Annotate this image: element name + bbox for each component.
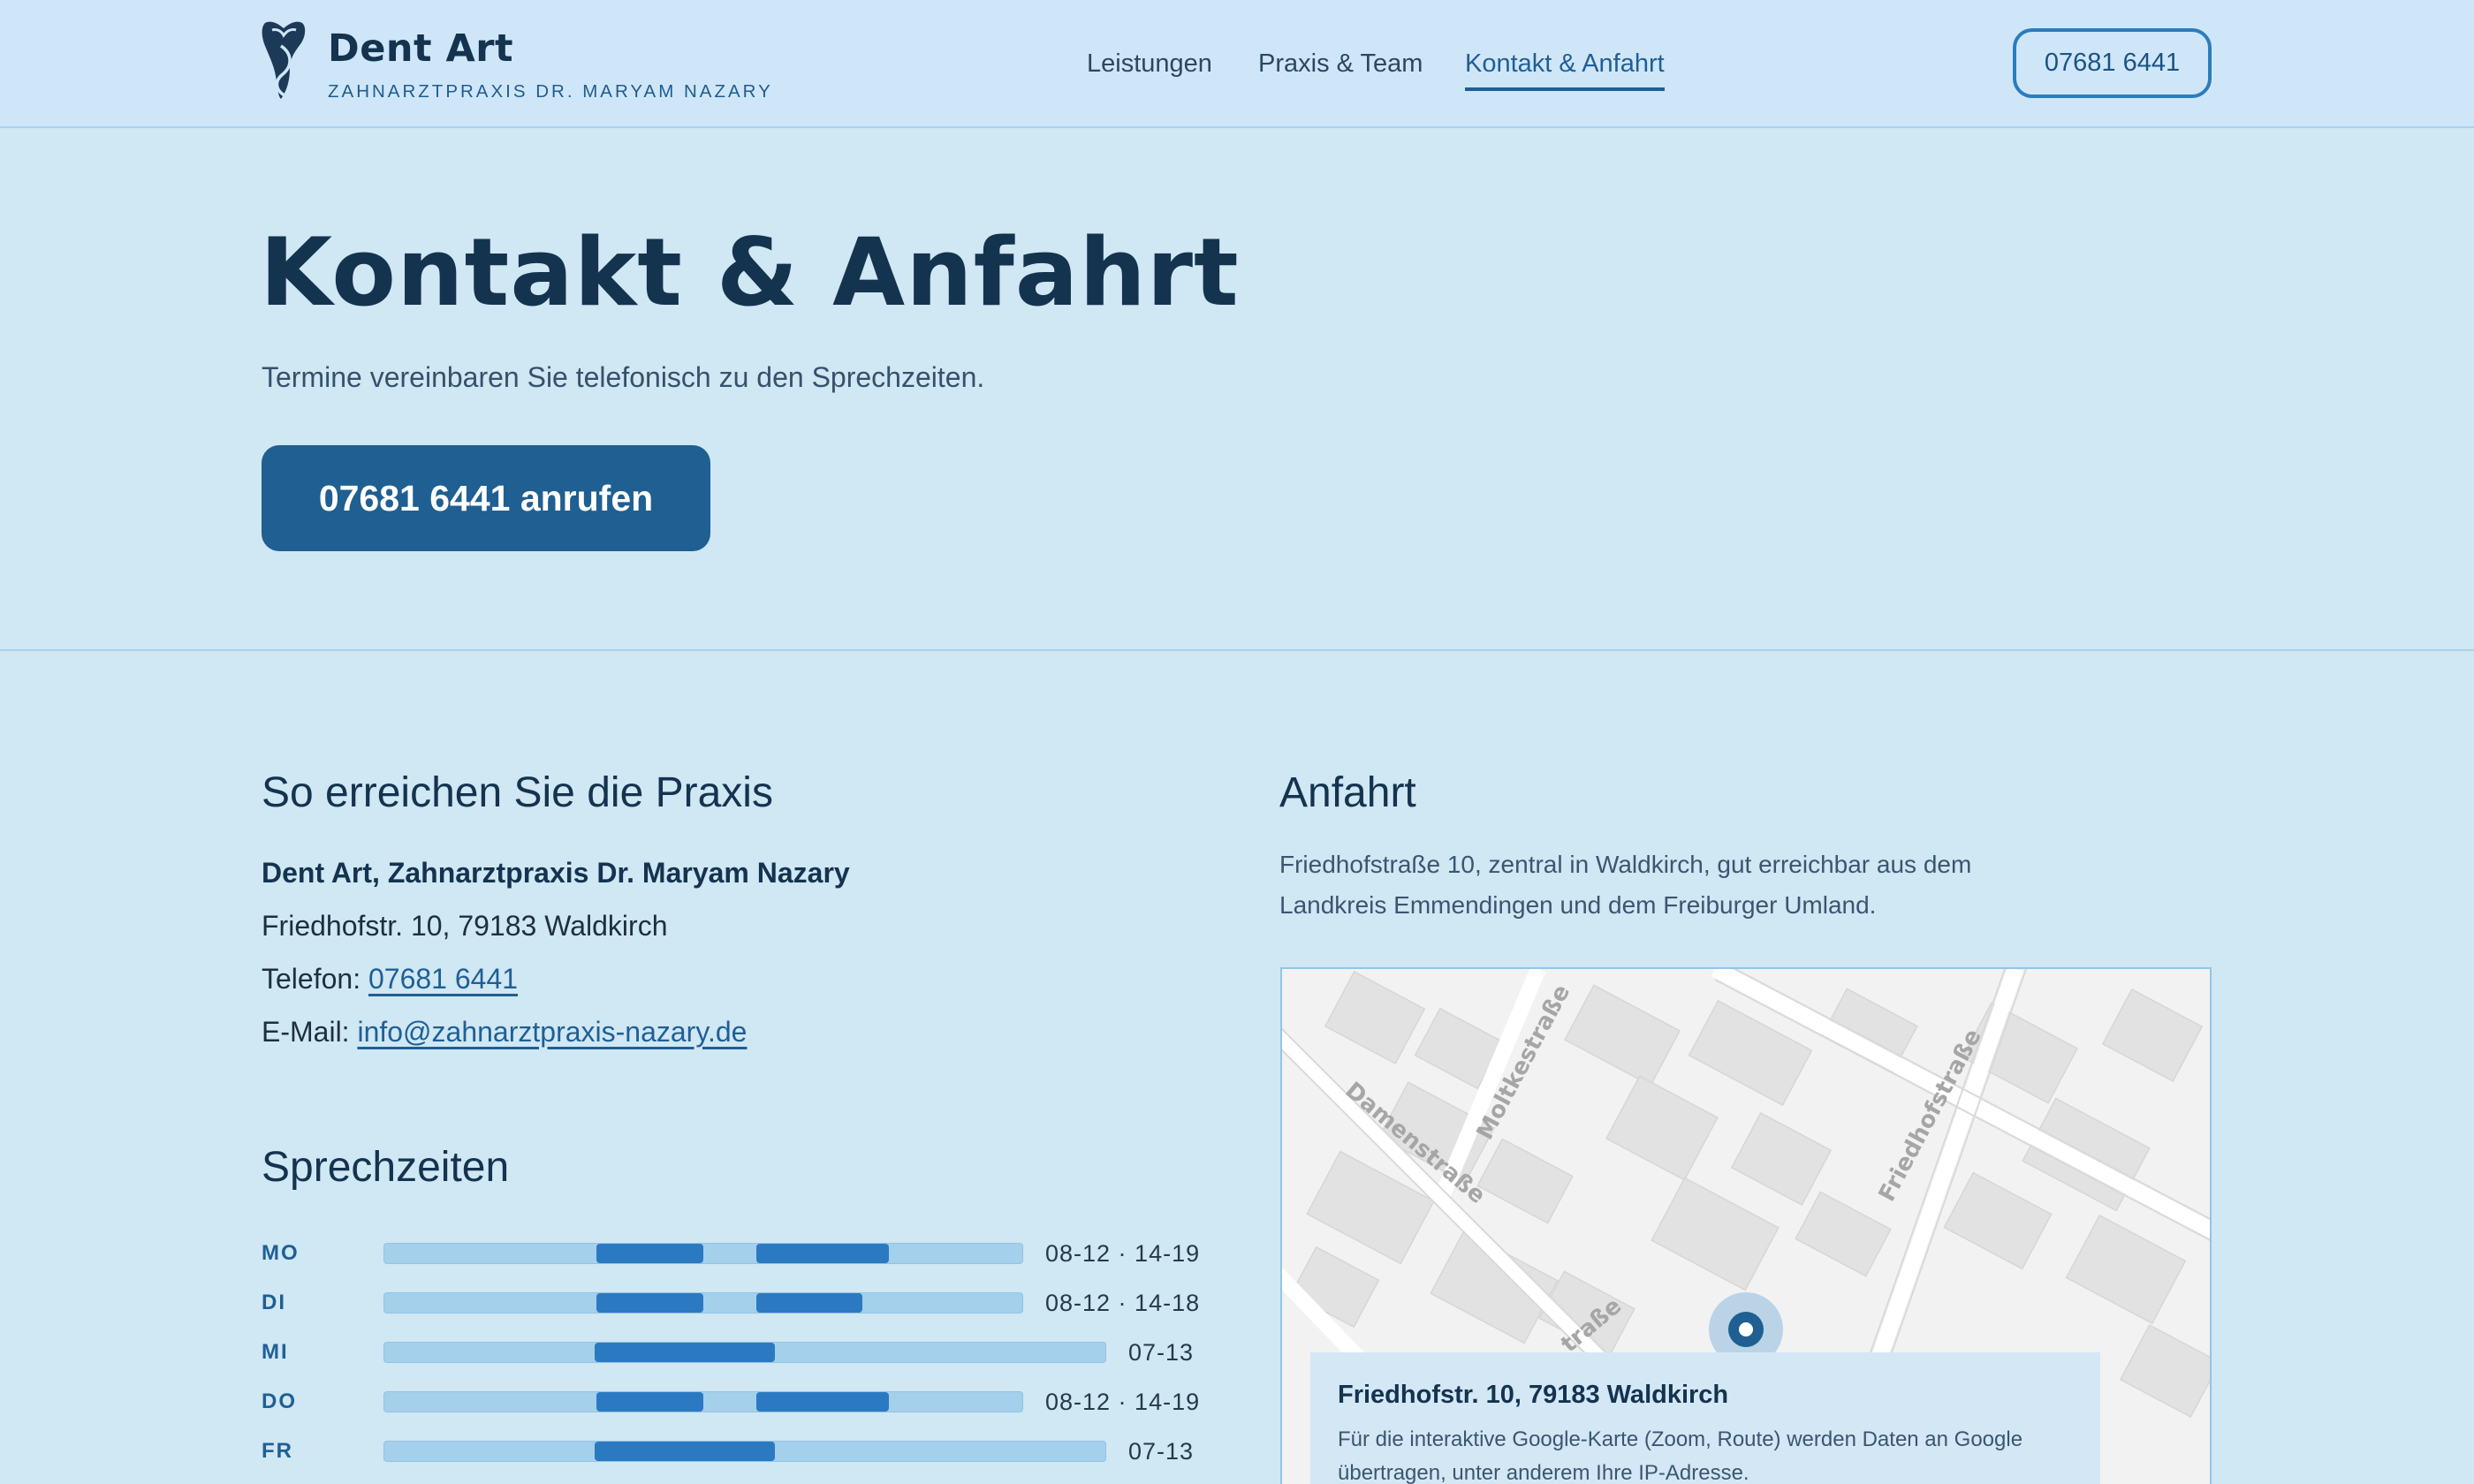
hours-day: DO — [262, 1389, 297, 1413]
hours-text: 07-13 — [1128, 1438, 1195, 1465]
hours-segment — [596, 1392, 703, 1412]
nav-item-leistungen[interactable]: Leistungen — [1087, 49, 1212, 79]
hours-bar — [383, 1391, 1023, 1412]
hours-text: 08-12 · 14-19 — [1045, 1389, 1201, 1415]
call-button[interactable]: 07681 6441 anrufen — [262, 445, 710, 551]
practice-address: Friedhofstr. 10, 79183 Waldkirch — [262, 910, 668, 942]
hours-text: 08-12 · 14-19 — [1045, 1240, 1201, 1267]
hours-day: FR — [262, 1439, 293, 1463]
hours-heading: Sprechzeiten — [262, 1144, 510, 1191]
hours-bar — [383, 1441, 1106, 1462]
map-card-title: Friedhofstr. 10, 79183 Waldkirch — [1338, 1381, 1729, 1409]
practice-name: Dent Art, Zahnarztpraxis Dr. Maryam Naza… — [262, 857, 850, 889]
hours-segment — [756, 1244, 889, 1263]
hours-bar — [383, 1292, 1023, 1314]
hours-segment — [596, 1244, 703, 1263]
hours-bar — [383, 1243, 1023, 1264]
email-label: E-Mail: — [262, 1016, 350, 1048]
hours-row-fr: FR 07-13 — [262, 1438, 1198, 1465]
hours-segment — [595, 1442, 775, 1461]
header-phone-button[interactable]: 07681 6441 — [2013, 28, 2212, 98]
nav-item-praxis-team[interactable]: Praxis & Team — [1258, 49, 1423, 79]
hours-text: 07-13 — [1128, 1339, 1195, 1366]
hero-subtitle: Termine vereinbaren Sie telefonisch zu d… — [262, 361, 985, 393]
contact-heading: So erreichen Sie die Praxis — [262, 769, 773, 816]
nav-item-kontakt-anfahrt[interactable]: Kontakt & Anfahrt — [1465, 49, 1665, 91]
directions-text: Friedhofstraße 10, zentral in Waldkirch,… — [1279, 851, 1972, 919]
hours-segment — [756, 1392, 889, 1412]
phone-label: Telefon: — [262, 963, 361, 995]
hours-row-mo: MO 08-12 · 14-19 — [262, 1240, 1201, 1268]
hours-day: MO — [262, 1241, 300, 1265]
hours-row-do: DO 08-12 · 14-19 — [262, 1389, 1201, 1416]
map-card-text: Für die interaktive Google-Karte (Zoom, … — [1338, 1427, 2023, 1484]
page-title: Kontakt & Anfahrt — [260, 218, 1240, 327]
hours-day: DI — [262, 1291, 286, 1314]
directions-heading: Anfahrt — [1279, 769, 1416, 816]
hours-row-di: DI 08-12 · 14-18 — [262, 1290, 1201, 1317]
phone-line: Telefon: 07681 6441 — [262, 963, 518, 996]
map[interactable]: Damenstraße Moltkestraße Friedhofstraße … — [1280, 967, 2212, 1484]
hours-text: 08-12 · 14-18 — [1045, 1290, 1201, 1316]
hours-bar — [383, 1342, 1106, 1363]
hero-section: Kontakt & Anfahrt Termine vereinbaren Si… — [0, 130, 2474, 651]
phone-link[interactable]: 07681 6441 — [368, 963, 518, 995]
site-header: Dent Art ZAHNARZTPRAXIS DR. MARYAM NAZAR… — [0, 0, 2474, 128]
hours-row-mi: MI 07-13 — [262, 1339, 1198, 1367]
hours-segment — [595, 1343, 775, 1362]
email-line: E-Mail: info@zahnarztpraxis-nazary.de — [262, 1016, 747, 1049]
hours-segment — [756, 1293, 862, 1313]
map-consent-card[interactable]: Friedhofstr. 10, 79183 Waldkirch Für die… — [1310, 1352, 2100, 1484]
email-link[interactable]: info@zahnarztpraxis-nazary.de — [357, 1016, 747, 1048]
hours-day: MI — [262, 1340, 289, 1364]
hours-segment — [596, 1293, 703, 1313]
